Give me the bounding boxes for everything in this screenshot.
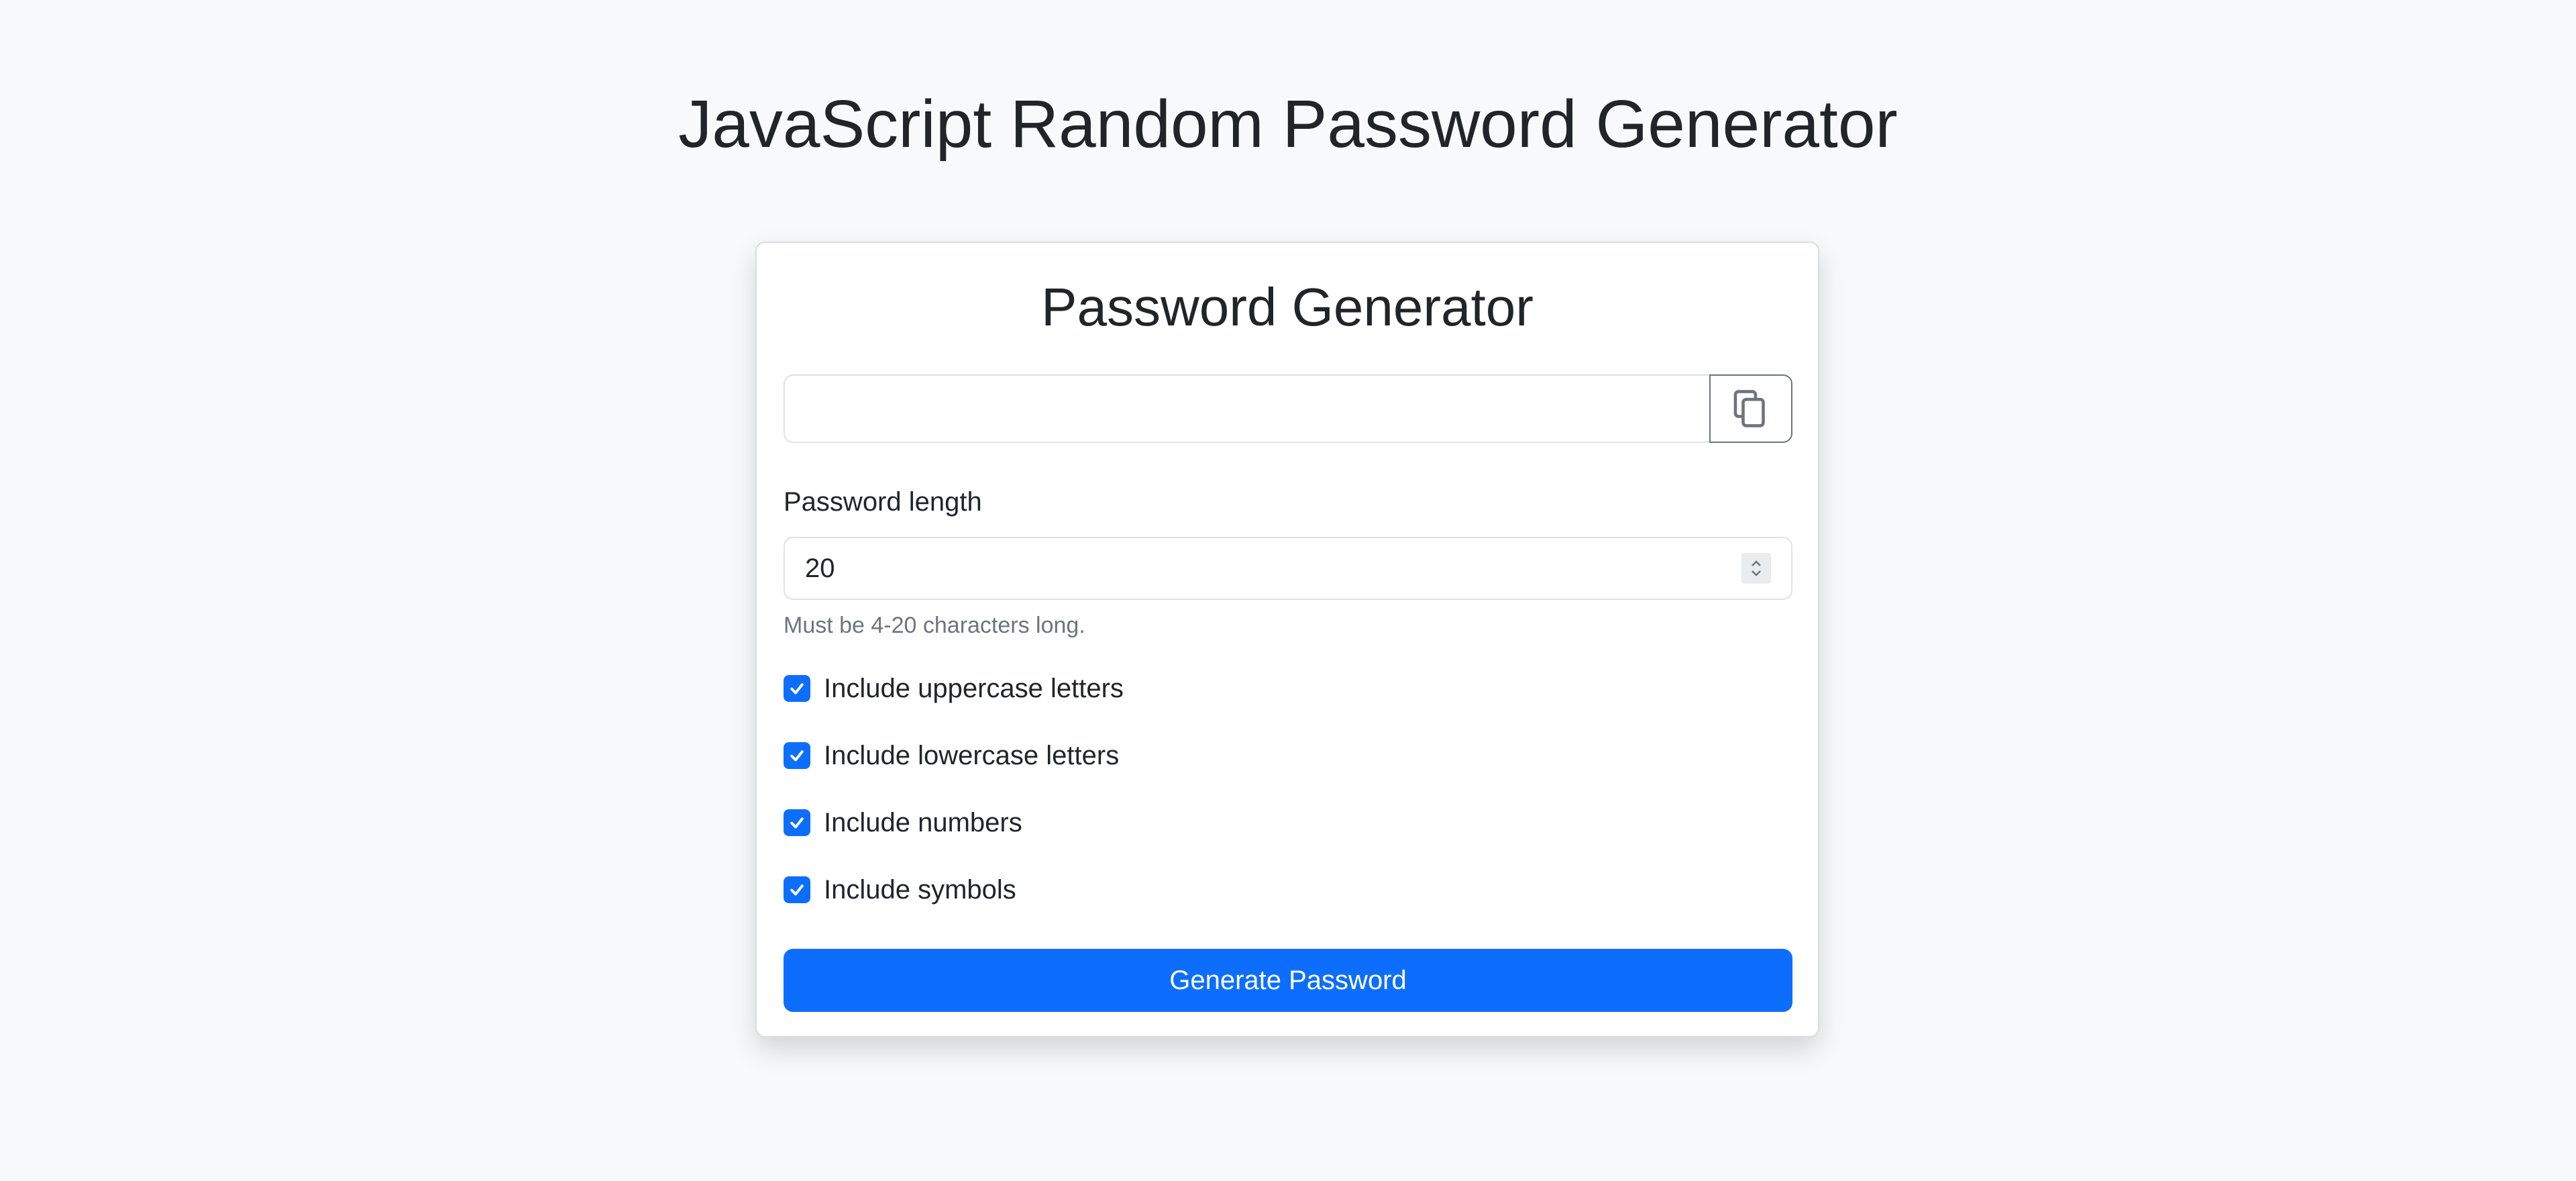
password-length-input[interactable]: 20 — [784, 537, 1792, 600]
option-label: Include lowercase letters — [824, 741, 1120, 770]
option-numbers[interactable]: Include numbers — [784, 806, 1022, 839]
lowercase-checkbox[interactable] — [784, 742, 810, 769]
option-label: Include symbols — [824, 875, 1016, 905]
password-generator-card: Password Generator Password length 20 Mu… — [755, 242, 1819, 1037]
page: JavaScript Random Password Generator Pas… — [0, 0, 2576, 1181]
option-symbols[interactable]: Include symbols — [784, 873, 1016, 907]
card-title: Password Generator — [1041, 277, 1534, 337]
copy-icon — [1733, 390, 1765, 427]
option-uppercase[interactable]: Include uppercase letters — [784, 672, 1124, 705]
check-icon — [790, 884, 804, 896]
numbers-checkbox[interactable] — [784, 809, 810, 836]
symbols-checkbox[interactable] — [784, 876, 810, 903]
option-lowercase[interactable]: Include lowercase letters — [784, 739, 1119, 772]
length-stepper[interactable] — [1741, 553, 1771, 584]
chevron-down-icon — [1752, 570, 1761, 576]
copy-button[interactable] — [1709, 374, 1792, 443]
page-title: JavaScript Random Password Generator — [678, 87, 1898, 162]
password-output-group — [784, 374, 1792, 443]
option-label: Include numbers — [824, 808, 1022, 837]
option-label: Include uppercase letters — [824, 674, 1124, 703]
uppercase-checkbox[interactable] — [784, 675, 810, 702]
chevron-up-icon — [1752, 560, 1761, 566]
check-icon — [790, 817, 804, 829]
password-output-field[interactable] — [784, 374, 1709, 443]
password-length-label: Password length — [784, 487, 982, 517]
check-icon — [790, 683, 804, 695]
check-icon — [790, 750, 804, 762]
generate-password-button[interactable]: Generate Password — [784, 949, 1792, 1012]
password-length-value: 20 — [805, 554, 835, 583]
password-length-help: Must be 4-20 characters long. — [784, 613, 1085, 638]
